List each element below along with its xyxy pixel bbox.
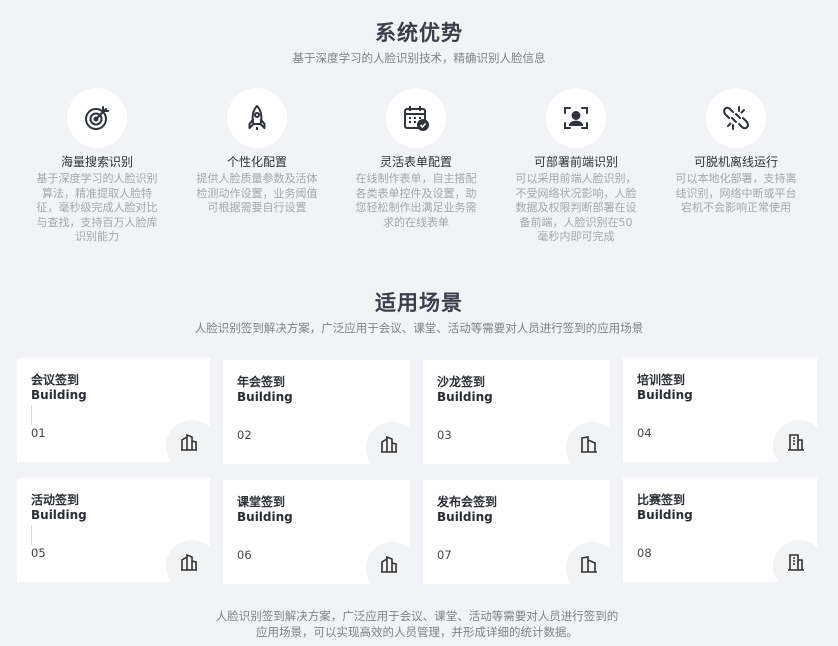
feature-desc: 提供人脸质量参数及活体检测动作设置，业务阈值可根据需要自行设置	[196, 172, 318, 214]
scenarios-footer: 人脸识别签到解决方案，广泛应用于会议、课堂、活动等需要对人员进行签到的 应用场景…	[0, 608, 834, 640]
footer-line: 应用场景，可以实现高效的人员管理，并形成详细的统计数据。	[256, 625, 578, 639]
scenario-card-training[interactable]: 培训签到 Building 04	[623, 358, 817, 462]
card-subtitle: Building	[31, 508, 87, 522]
scenario-card-salon[interactable]: 沙龙签到 Building 03	[423, 360, 610, 464]
target-icon	[67, 88, 127, 148]
card-subtitle: Building	[31, 388, 87, 402]
card-divider	[31, 525, 32, 545]
card-subtitle: Building	[637, 388, 693, 402]
card-number: 04	[637, 426, 652, 440]
feature-title: 可脱机离线运行	[693, 155, 778, 169]
card-subtitle: Building	[437, 510, 493, 524]
card-title: 课堂签到	[237, 495, 286, 509]
scenarios-subtitle: 人脸识别签到解决方案，广泛应用于会议、课堂、活动等需要对人员进行签到的应用场景	[194, 321, 644, 335]
advantages-title: 系统优势	[375, 21, 463, 45]
rocket-icon	[227, 88, 287, 148]
buildings-icon	[166, 420, 210, 462]
office-building-icon	[773, 540, 817, 582]
scenario-card-classroom[interactable]: 课堂签到 Building 06	[223, 480, 410, 584]
feature-desc: 可以采用前端人脸识别，不受网络状况影响，人脸数据及权限判断部署在设备前端，人脸识…	[515, 172, 637, 243]
feature-title: 可部署前端识别	[533, 155, 618, 169]
advantages-subtitle: 基于深度学习的人脸识别技术，精确识别人脸信息	[292, 51, 546, 65]
broken-link-icon	[706, 88, 766, 148]
buildings-icon	[366, 422, 410, 464]
card-title: 沙龙签到	[437, 375, 486, 389]
scenario-card-meeting[interactable]: 会议签到 Building 01	[17, 358, 210, 462]
feature-desc: 在线制作表单，自主搭配各类表单控件及设置，助您轻松制作出满足业务需求的在线表单	[355, 172, 477, 229]
scenario-card-annual[interactable]: 年会签到 Building 02	[223, 360, 410, 464]
card-number: 06	[237, 548, 252, 562]
card-subtitle: Building	[637, 508, 693, 522]
card-subtitle: Building	[237, 510, 293, 524]
card-number: 08	[637, 546, 652, 560]
card-number: 05	[31, 546, 46, 560]
face-scan-icon	[546, 88, 606, 148]
feature-config: 个性化配置 提供人脸质量参数及活体检测动作设置，业务阈值可根据需要自行设置	[188, 88, 326, 216]
scenarios-title: 适用场景	[375, 291, 463, 315]
feature-desc: 基于深度学习的人脸识别算法，精准提取人脸特征，毫秒级完成人脸对比与查找，支持百万…	[36, 172, 158, 243]
card-number: 02	[237, 428, 252, 442]
feature-title: 海量搜索识别	[60, 155, 133, 169]
card-subtitle: Building	[437, 390, 493, 404]
card-title: 发布会签到	[437, 495, 498, 509]
card-title: 会议签到	[31, 373, 80, 387]
scenario-card-launch[interactable]: 发布会签到 Building 07	[423, 480, 610, 584]
calendar-check-icon	[386, 88, 446, 148]
buildings-icon	[166, 540, 210, 582]
feature-title: 个性化配置	[226, 155, 287, 169]
feature-form: 灵活表单配置 在线制作表单，自主搭配各类表单控件及设置，助您轻松制作出满足业务需…	[347, 88, 485, 230]
feature-title: 灵活表单配置	[379, 155, 452, 169]
card-title: 培训签到	[637, 373, 686, 387]
card-number: 01	[31, 426, 46, 440]
scenario-card-activity[interactable]: 活动签到 Building 05	[17, 478, 210, 582]
feature-offline: 可脱机离线运行 可以本地化部署，支持离线识别，网络中断或平台宕机不会影响正常使用	[667, 88, 805, 216]
card-subtitle: Building	[237, 390, 293, 404]
footer-line: 人脸识别签到解决方案，广泛应用于会议、课堂、活动等需要对人员进行签到的	[215, 609, 619, 623]
card-title: 比赛签到	[637, 493, 686, 507]
buildings-icon	[566, 422, 610, 464]
feature-frontend: 可部署前端识别 可以采用前端人脸识别，不受网络状况影响，人脸数据及权限判断部署在…	[507, 88, 645, 245]
buildings-icon	[366, 542, 410, 584]
card-number: 03	[437, 428, 452, 442]
card-number: 07	[437, 548, 452, 562]
office-building-icon	[773, 420, 817, 462]
card-title: 年会签到	[237, 375, 286, 389]
feature-search: 海量搜索识别 基于深度学习的人脸识别算法，精准提取人脸特征，毫秒级完成人脸对比与…	[28, 88, 166, 245]
scenario-card-competition[interactable]: 比赛签到 Building 08	[623, 478, 817, 582]
card-divider	[31, 405, 32, 425]
feature-desc: 可以本地化部署，支持离线识别，网络中断或平台宕机不会影响正常使用	[675, 172, 797, 214]
card-title: 活动签到	[31, 493, 80, 507]
buildings-icon	[566, 542, 610, 584]
